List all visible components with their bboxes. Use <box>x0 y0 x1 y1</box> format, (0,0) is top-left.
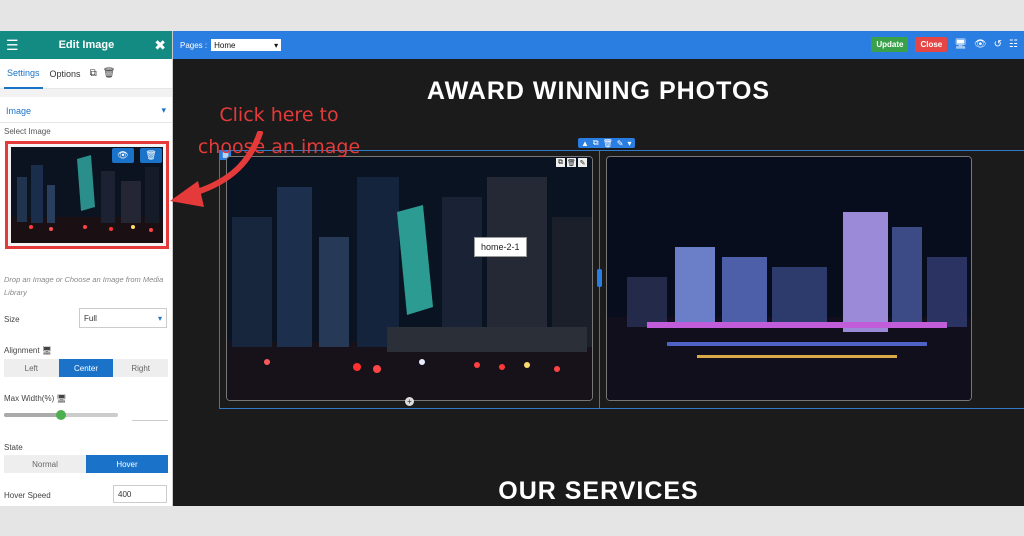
pages-value: Home <box>214 40 236 50</box>
image-selector[interactable]: 👁 🗑 <box>5 141 169 249</box>
photo-left[interactable] <box>226 156 593 401</box>
image-section-toggle[interactable]: Image ▾ <box>0 99 172 123</box>
toolbar-actions: Update Close 🖥 👁 ↺ ☷ <box>871 37 1018 52</box>
row-toolbar[interactable]: ▲ ⧉ 🗑 ✎ ▾ <box>578 138 635 148</box>
panel-title: Edit Image <box>58 39 115 51</box>
caret-down-icon: ▾ <box>161 105 166 115</box>
close-button[interactable]: Close <box>915 37 948 52</box>
desktop-preview-icon[interactable]: 🖥 <box>954 39 967 50</box>
preview-eye-button[interactable]: 👁 <box>112 148 134 163</box>
edit-pencil-icon[interactable]: ✎ <box>617 139 624 148</box>
photo-right[interactable] <box>606 156 972 401</box>
row-outline-bottom <box>219 408 1024 409</box>
alignment-segmented: Left Center Right <box>4 359 169 377</box>
size-select[interactable]: Full ▾ <box>79 308 167 328</box>
desktop-icon: 🖥 <box>41 346 52 355</box>
hover-speed-input[interactable]: 400 <box>113 485 167 503</box>
tab-options[interactable]: Options <box>47 59 84 89</box>
desktop-icon: 🖥 <box>56 394 67 403</box>
tab-settings[interactable]: Settings <box>4 59 43 89</box>
caret-down-icon[interactable]: ▾ <box>628 139 632 148</box>
heading-our-services[interactable]: OUR SERVICES <box>173 477 1024 506</box>
pages-label: Pages : <box>180 40 208 50</box>
panel-header: ☰ Edit Image ✖ <box>0 31 172 59</box>
max-width-input[interactable] <box>132 420 168 421</box>
eye-icon[interactable]: 👁 <box>974 39 987 50</box>
max-width-label: Max Width(%) 🖥 <box>4 394 67 403</box>
edit-image-panel: ☰ Edit Image ✖ Settings Options ⧉ 🗑 Imag… <box>0 31 173 506</box>
callout-line-1: Click here to <box>219 104 339 126</box>
update-button[interactable]: Update <box>871 37 909 52</box>
trash-icon[interactable]: 🗑 <box>103 68 116 79</box>
copy-icon[interactable]: ⧉ <box>556 158 565 167</box>
column-resize-handle[interactable] <box>597 269 602 287</box>
pages-select[interactable]: Home ▾ <box>211 39 282 51</box>
align-right-button[interactable]: Right <box>113 359 169 377</box>
trash-icon[interactable]: 🗑 <box>567 158 576 167</box>
top-toolbar: Pages : Home ▾ Update Close 🖥 👁 ↺ ☷ <box>173 31 1024 59</box>
photo-tools: ⧉ 🗑 ✎ <box>556 158 587 167</box>
state-label: State <box>4 443 23 452</box>
duplicate-icon[interactable]: ⧉ <box>90 68 97 79</box>
slider-knob[interactable] <box>56 410 66 420</box>
state-hover-button[interactable]: Hover <box>86 455 168 473</box>
hamburger-menu-icon[interactable]: ☰ <box>6 38 19 52</box>
slider-track <box>4 413 61 417</box>
move-up-icon[interactable]: ▲ <box>581 139 589 148</box>
size-value: Full <box>84 313 97 323</box>
caret-down-icon: ▾ <box>157 313 162 323</box>
select-image-label: Select Image <box>4 127 51 136</box>
max-width-slider[interactable] <box>4 410 118 420</box>
state-normal-button[interactable]: Normal <box>4 455 86 473</box>
image-name-tooltip: home-2-1 <box>474 237 527 257</box>
section-label: Image <box>6 105 32 116</box>
state-segmented: Normal Hover <box>4 455 168 473</box>
copy-icon[interactable]: ⧉ <box>593 138 599 148</box>
delete-image-button[interactable]: 🗑 <box>140 148 162 163</box>
editor-app: ☰ Edit Image ✖ Settings Options ⧉ 🗑 Imag… <box>0 31 1024 506</box>
alignment-label: Alignment 🖥 <box>4 346 52 355</box>
add-element-icon[interactable]: + <box>405 397 414 406</box>
caret-down-icon: ▾ <box>274 40 279 50</box>
upload-hint: Drop an Image or Choose an Image from Me… <box>4 275 164 297</box>
align-center-button[interactable]: Center <box>58 359 114 377</box>
history-icon[interactable]: ↺ <box>994 39 1002 50</box>
trash-icon[interactable]: 🗑 <box>603 139 613 148</box>
edit-pencil-icon[interactable]: ✎ <box>578 158 587 167</box>
panel-tabs: Settings Options ⧉ 🗑 <box>0 59 172 89</box>
close-icon[interactable]: ✖ <box>154 38 166 52</box>
align-left-button[interactable]: Left <box>4 359 59 377</box>
sitemap-icon[interactable]: ☷ <box>1009 39 1018 50</box>
callout-arrow-icon <box>170 131 263 207</box>
